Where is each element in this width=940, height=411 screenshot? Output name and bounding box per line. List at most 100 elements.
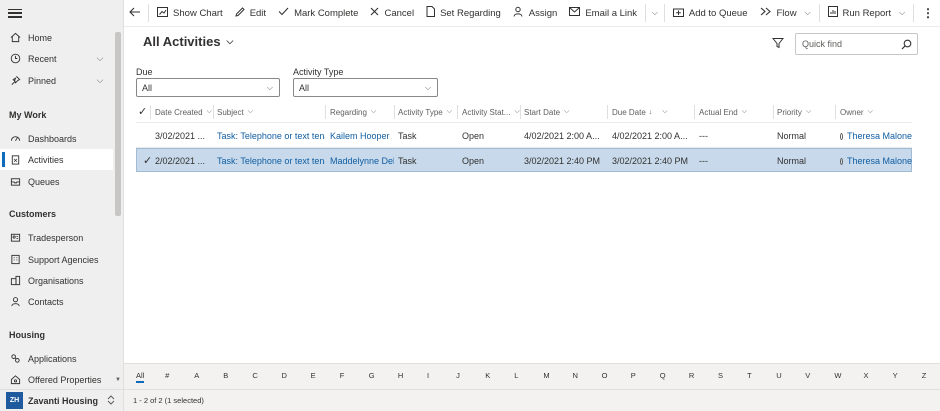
column-header-owner[interactable]: Owner ⌵ bbox=[840, 101, 910, 123]
section-title-housing: Housing bbox=[9, 330, 45, 340]
row-selected-checkmark-icon[interactable]: ✓ bbox=[143, 154, 152, 167]
cell-subject-link[interactable]: Task: Telephone or text tenar bbox=[217, 149, 325, 173]
sidebar-scrollbar[interactable] bbox=[115, 32, 121, 216]
column-header-start-date[interactable]: Start Date ⌵ bbox=[524, 101, 608, 123]
column-label: Owner bbox=[840, 107, 864, 117]
search-icon[interactable] bbox=[901, 39, 912, 50]
cell-regarding-link[interactable]: Kailem Hooper bbox=[330, 124, 394, 148]
area-switcher[interactable]: ZH Zavanti Housing bbox=[0, 389, 123, 411]
sidebar-item-queues[interactable]: Queues bbox=[0, 171, 113, 192]
flow-button[interactable]: Flow ⌵ bbox=[754, 0, 817, 27]
email-link-button[interactable]: Email a Link bbox=[563, 0, 643, 27]
show-chart-button[interactable]: Show Chart bbox=[151, 0, 229, 27]
site-map-sidebar: Home Recent ⌵ Pinned ⌵ My Work Dashboard… bbox=[0, 0, 124, 411]
cell-regarding-link[interactable]: Maddelynne Deb bbox=[330, 149, 394, 173]
cancel-button[interactable]: Cancel bbox=[364, 0, 420, 27]
jump-link-letter[interactable]: B bbox=[223, 371, 228, 380]
cell-owner[interactable]: Theresa Malone bbox=[840, 149, 912, 173]
sidebar-item-activities[interactable]: Activities bbox=[0, 149, 113, 170]
jump-link-letter[interactable]: K bbox=[485, 371, 490, 380]
column-header-regarding[interactable]: Regarding ⌵ bbox=[330, 101, 394, 123]
jump-link-letter[interactable]: L bbox=[514, 371, 518, 380]
mark-complete-button[interactable]: Mark Complete bbox=[272, 0, 364, 27]
filter-icon[interactable] bbox=[771, 37, 785, 49]
cell-due-date: 3/02/2021 2:40 PM bbox=[612, 156, 689, 166]
cell-owner-link[interactable]: Theresa Malone bbox=[847, 131, 912, 141]
column-header-activity-status[interactable]: Activity Stat... ⌵ bbox=[462, 101, 520, 123]
sidebar-item-support-agencies[interactable]: Support Agencies bbox=[0, 249, 113, 270]
cell-activity-type: Task bbox=[398, 156, 417, 166]
jump-link-letter[interactable]: U bbox=[776, 371, 781, 380]
jump-link-letter[interactable]: V bbox=[805, 371, 810, 380]
column-header-subject[interactable]: Subject ⌵ bbox=[217, 101, 325, 123]
jump-link-all[interactable]: All bbox=[136, 371, 145, 383]
jump-link-letter[interactable]: F bbox=[340, 371, 345, 380]
column-header-actual-end[interactable]: Actual End ⌵ bbox=[699, 101, 773, 123]
jump-link-letter[interactable]: X bbox=[864, 371, 869, 380]
scroll-down-arrow-icon[interactable]: ▼ bbox=[115, 377, 121, 383]
more-commands-button[interactable]: ⋮ bbox=[916, 0, 940, 27]
jump-link-letter[interactable]: E bbox=[311, 371, 316, 380]
cell-priority: Normal bbox=[777, 156, 807, 166]
show-chart-label: Show Chart bbox=[173, 7, 223, 19]
cell-owner-link[interactable]: Theresa Malone bbox=[847, 156, 912, 166]
jump-link-letter[interactable]: O bbox=[602, 371, 608, 380]
cell-subject-link[interactable]: Task: Telephone or text tenar bbox=[217, 124, 325, 148]
sidebar-item-recent[interactable]: Recent ⌵ bbox=[0, 48, 113, 69]
chevron-down-icon[interactable]: ⌵ bbox=[93, 53, 107, 64]
cell-owner[interactable]: Theresa Malone bbox=[840, 124, 912, 148]
sidebar-item-offered-properties[interactable]: Offered Properties bbox=[0, 369, 113, 390]
jump-link-letter[interactable]: M bbox=[543, 371, 549, 380]
more-email-chevron[interactable]: ⌵ bbox=[648, 0, 662, 27]
sidebar-item-applications[interactable]: Applications bbox=[0, 348, 113, 369]
quick-find-search[interactable] bbox=[795, 33, 918, 55]
chevron-down-icon[interactable]: ⌵ bbox=[93, 75, 107, 86]
sidebar-item-contacts[interactable]: Contacts bbox=[0, 291, 113, 312]
sidebar-item-pinned[interactable]: Pinned ⌵ bbox=[0, 70, 113, 91]
record-count-status: 1 - 2 of 2 (1 selected) bbox=[133, 396, 204, 405]
sidebar-item-tradesperson[interactable]: Tradesperson bbox=[0, 227, 113, 248]
jump-link-letter[interactable]: # bbox=[165, 371, 169, 380]
jump-link-letter[interactable]: H bbox=[398, 371, 403, 380]
activity-type-filter-select[interactable]: All ⌵ bbox=[293, 78, 438, 97]
sidebar-item-label: Home bbox=[28, 32, 53, 43]
run-report-button[interactable]: Run Report ⌵ bbox=[822, 0, 912, 27]
jump-link-letter[interactable]: C bbox=[252, 371, 257, 380]
jump-link-letter[interactable]: N bbox=[573, 371, 578, 380]
jump-link-letter[interactable]: P bbox=[631, 371, 636, 380]
jump-link-letter[interactable]: I bbox=[427, 371, 429, 380]
add-to-queue-button[interactable]: Add to Queue bbox=[667, 0, 754, 27]
jump-link-letter[interactable]: D bbox=[282, 371, 287, 380]
jump-link-letter[interactable]: J bbox=[456, 371, 460, 380]
due-filter-select[interactable]: All ⌵ bbox=[136, 78, 280, 97]
sidebar-item-home[interactable]: Home bbox=[0, 27, 113, 48]
edit-button[interactable]: Edit bbox=[229, 0, 272, 27]
select-all-checkmark-icon[interactable]: ✓ bbox=[138, 105, 147, 118]
jump-link-letter[interactable]: Z bbox=[922, 371, 927, 380]
column-header-priority[interactable]: Priority ⌵ bbox=[777, 101, 835, 123]
hamburger-menu-icon[interactable] bbox=[8, 6, 22, 20]
table-row[interactable]: 3/02/2021 ... Task: Telephone or text te… bbox=[136, 124, 912, 148]
cell-date-created: 3/02/2021 ... bbox=[155, 131, 206, 141]
jump-link-letter[interactable]: G bbox=[369, 371, 375, 380]
set-regarding-button[interactable]: Set Regarding bbox=[420, 0, 507, 27]
page-title: All Activities bbox=[143, 34, 221, 49]
jump-link-letter[interactable]: T bbox=[747, 371, 752, 380]
column-header-activity-type[interactable]: Activity Type ⌵ bbox=[398, 101, 458, 123]
jump-link-letter[interactable]: S bbox=[718, 371, 723, 380]
jump-link-letter[interactable]: R bbox=[689, 371, 694, 380]
column-header-date-created[interactable]: Date Created ⌵ bbox=[155, 101, 213, 123]
view-selector[interactable]: All Activities ⌵ bbox=[143, 34, 233, 49]
jump-link-letter[interactable]: A bbox=[194, 371, 199, 380]
column-header-due-date[interactable]: Due Date ↓ ⌵ bbox=[612, 101, 694, 123]
jump-link-letter[interactable]: Q bbox=[660, 371, 666, 380]
organisation-icon bbox=[8, 275, 22, 286]
sidebar-item-dashboards[interactable]: Dashboards bbox=[0, 128, 113, 149]
table-row-selected[interactable]: ✓ 2/02/2021 ... Task: Telephone or text … bbox=[136, 148, 912, 172]
sidebar-item-organisations[interactable]: Organisations bbox=[0, 270, 113, 291]
assign-button[interactable]: Assign bbox=[507, 0, 564, 27]
search-input[interactable] bbox=[800, 38, 896, 50]
jump-link-letter[interactable]: Y bbox=[893, 371, 898, 380]
back-button[interactable] bbox=[124, 0, 146, 27]
jump-link-letter[interactable]: W bbox=[834, 371, 841, 380]
